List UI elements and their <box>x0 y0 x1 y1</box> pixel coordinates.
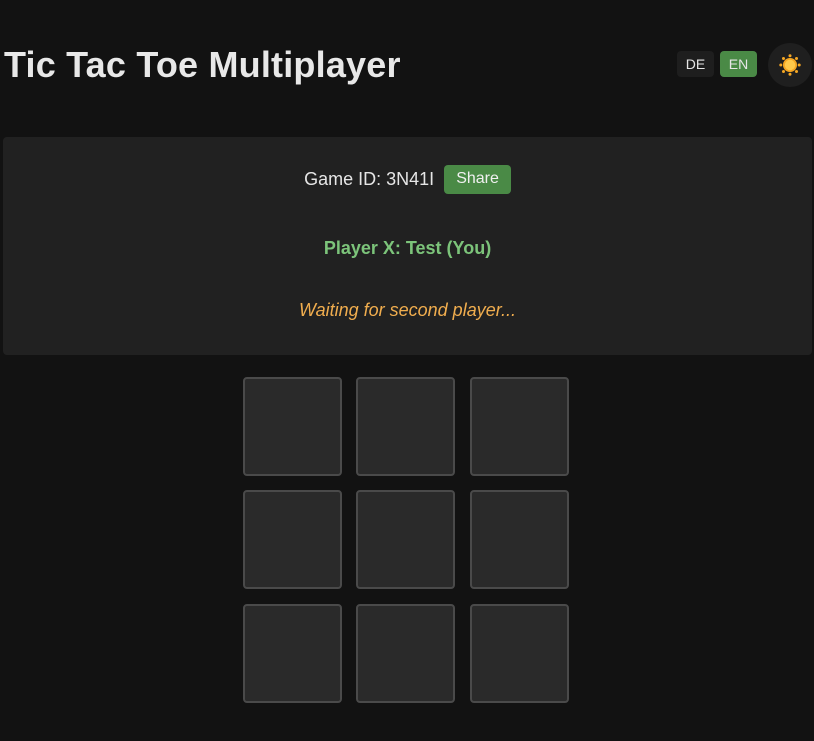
share-button[interactable]: Share <box>444 164 511 194</box>
board-cell-5[interactable] <box>356 490 455 589</box>
game-id-row: Game ID: 3N41I Share <box>3 164 812 194</box>
theme-toggle-button[interactable] <box>768 43 812 87</box>
board-cell-1[interactable] <box>243 377 342 476</box>
board-cell-8[interactable] <box>356 604 455 703</box>
board-cell-4[interactable] <box>243 490 342 589</box>
status-message: Waiting for second player... <box>298 300 517 320</box>
player-x-label: Player X: Test (You) <box>323 238 492 258</box>
game-id-value: 3N41I <box>386 168 435 189</box>
board-cell-7[interactable] <box>243 604 342 703</box>
language-de-button[interactable]: DE <box>677 51 714 77</box>
language-en-button[interactable]: EN <box>720 51 757 77</box>
board-cell-6[interactable] <box>470 490 569 589</box>
game-info-panel: Game ID: 3N41I Share Player X: Test (You… <box>3 137 812 355</box>
board-cell-2[interactable] <box>356 377 455 476</box>
board-cell-3[interactable] <box>470 377 569 476</box>
header: Tic Tac Toe Multiplayer DE EN <box>0 0 814 130</box>
game-board <box>243 377 573 707</box>
game-id-text: Game ID: 3N41I <box>304 169 434 190</box>
page-title: Tic Tac Toe Multiplayer <box>4 44 401 85</box>
sun-icon <box>779 54 801 76</box>
board-cell-9[interactable] <box>470 604 569 703</box>
game-id-label: Game ID: <box>304 168 382 189</box>
